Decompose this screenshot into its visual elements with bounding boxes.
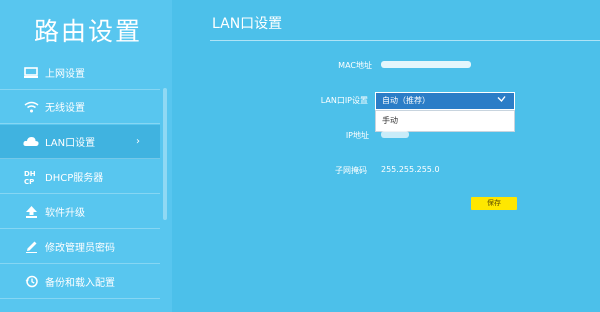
- monitor-icon: [17, 64, 45, 82]
- checkmark-icon: [497, 93, 506, 109]
- wifi-icon: [17, 98, 45, 116]
- history-icon: [17, 273, 45, 291]
- dhcp-icon: DH CP: [17, 168, 45, 186]
- sidebar-item-lan[interactable]: LAN口设置 ›: [0, 125, 160, 159]
- sidebar-item-password[interactable]: 修改管理员密码: [0, 230, 160, 264]
- lan-ip-mode-select[interactable]: 自动（推荐）: [375, 92, 515, 110]
- sidebar-item-backup[interactable]: 备份和载入配置: [0, 265, 160, 299]
- sidebar-scrollbar[interactable]: [163, 88, 167, 220]
- sidebar-item-label: 上网设置: [45, 69, 85, 80]
- sidebar-item-label: LAN口设置: [45, 138, 96, 149]
- cloud-icon: [17, 133, 45, 151]
- brand-title: 路由设置: [34, 17, 143, 46]
- save-button[interactable]: 保存: [471, 197, 517, 210]
- sidebar-item-internet[interactable]: 上网设置: [0, 56, 160, 90]
- subnet-label: 子网掩码: [335, 166, 367, 175]
- ip-label: IP地址: [345, 131, 369, 140]
- sidebar-item-label: 无线设置: [45, 103, 85, 114]
- chevron-right-icon: ›: [136, 136, 140, 147]
- sidebar-item-label: DHCP服务器: [45, 173, 104, 184]
- title-divider: [210, 40, 600, 41]
- dropdown-option-manual[interactable]: 手动: [375, 110, 515, 132]
- upload-arrow-icon: [17, 203, 45, 221]
- sidebar-item-upgrade[interactable]: 软件升级: [0, 195, 160, 229]
- select-value: 自动（推荐）: [382, 96, 430, 105]
- mac-value-redacted: [381, 61, 471, 68]
- mac-label: MAC地址: [338, 61, 372, 70]
- sidebar-item-label: 备份和载入配置: [45, 278, 115, 289]
- svg-text:DH: DH: [24, 170, 36, 178]
- ip-value-redacted: [381, 131, 409, 138]
- page-title: LAN口设置: [212, 16, 283, 32]
- sidebar-item-dhcp[interactable]: DH CP DHCP服务器: [0, 160, 160, 194]
- pencil-icon: [17, 238, 45, 256]
- svg-text:CP: CP: [24, 178, 34, 185]
- sidebar-item-wireless[interactable]: 无线设置: [0, 90, 160, 124]
- sidebar-item-label: 软件升级: [45, 208, 85, 219]
- subnet-value: 255.255.255.0: [381, 165, 440, 174]
- sidebar: 路由设置 上网设置 无线设置 LAN口设置 › DH CP DHCP服务器 软件升…: [0, 0, 172, 312]
- sidebar-item-label: 修改管理员密码: [45, 243, 115, 254]
- main-content: LAN口设置 MAC地址 LAN口IP设置 自动（推荐） 手动 IP地址 子网掩…: [172, 0, 600, 312]
- lan-ip-label: LAN口IP设置: [320, 96, 368, 105]
